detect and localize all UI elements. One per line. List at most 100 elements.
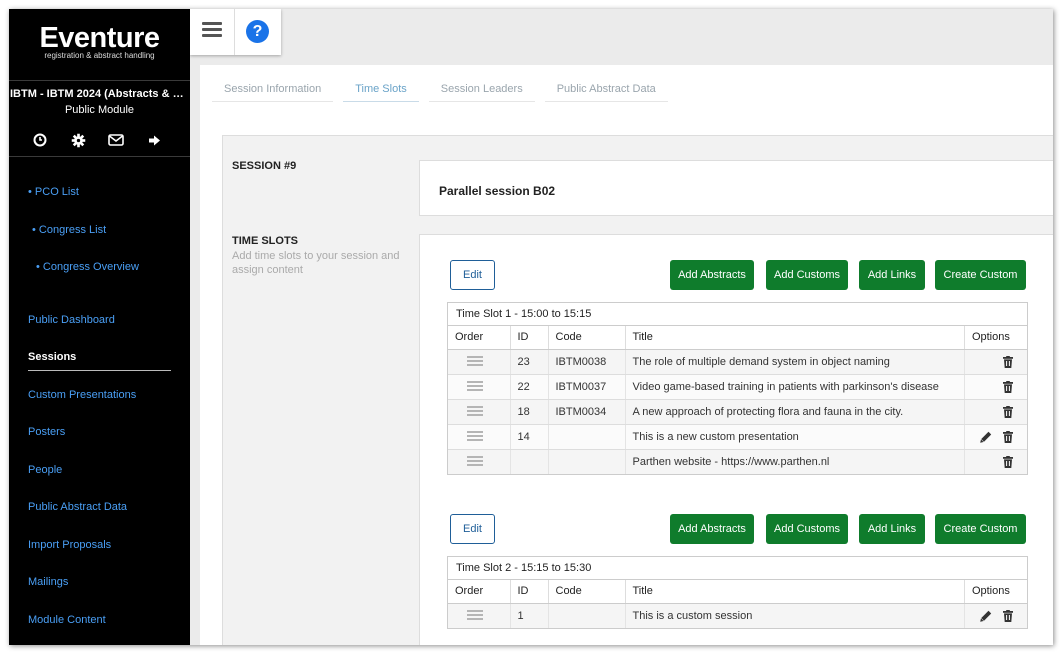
sidebar-item-module-content[interactable]: Module Content [28,614,106,626]
options-cell [964,603,1027,628]
toolbar-divider [234,9,235,55]
trash-icon[interactable] [1003,455,1013,468]
drag-handle-icon[interactable] [467,431,483,442]
add-customs-slot-2-button[interactable]: Add Customs [766,514,848,544]
time-slot-2-header: Time Slot 2 - 15:15 to 15:30 [448,557,1027,580]
trash-icon[interactable] [1003,430,1013,443]
column-code: Code [548,326,626,350]
sidebar-item-sessions[interactable]: Sessions [28,351,76,363]
clock-icon[interactable] [31,131,49,149]
title-cell: This is a custom session [625,603,965,628]
tab-session-information[interactable]: Session Information [212,79,334,102]
code-cell: IBTM0034 [548,399,626,425]
app-window: Eventure registration & abstract handlin… [9,9,1053,645]
create-custom-slot-1-button[interactable]: Create Custom [935,260,1026,290]
logo: Eventure registration & abstract handlin… [9,23,190,60]
trash-icon[interactable] [1003,355,1013,368]
drag-handle-icon[interactable] [467,406,483,417]
mail-icon[interactable] [107,131,125,149]
table-header-row: Order ID Code Title Options [448,326,1027,350]
add-links-slot-1-button[interactable]: Add Links [859,260,925,290]
column-id: ID [510,326,549,350]
drag-handle-icon[interactable] [467,381,483,392]
create-custom-slot-2-button[interactable]: Create Custom [935,514,1026,544]
options-cell [964,349,1027,375]
time-slot-2-table: Time Slot 2 - 15:15 to 15:30 Order ID Co… [447,556,1028,629]
column-order: Order [448,580,511,604]
add-customs-slot-1-button[interactable]: Add Customs [766,260,848,290]
time-slot-1-header: Time Slot 1 - 15:00 to 15:15 [448,303,1027,326]
code-cell [548,424,626,450]
table-row: 22 IBTM0037 Video game-based training in… [448,374,1027,400]
code-cell: IBTM0037 [548,374,626,400]
session-name-card: Parallel session B02 [419,160,1053,216]
options-cell [964,374,1027,400]
sidebar-divider [9,156,190,157]
code-cell: IBTM0038 [548,349,626,375]
logout-icon[interactable] [145,131,163,149]
sidebar-item-mailings[interactable]: Mailings [28,576,68,588]
sidebar-item-import-proposals[interactable]: Import Proposals [28,539,111,551]
sidebar-item-congress-list[interactable]: • Congress List [32,224,106,236]
tab-session-leaders[interactable]: Session Leaders [428,79,535,102]
trash-icon[interactable] [1003,405,1013,418]
id-cell: 14 [510,424,549,450]
order-cell [448,399,511,425]
options-cell [964,399,1027,425]
title-cell: This is a new custom presentation [625,424,965,450]
tab-bar: Session Information Time Slots Session L… [212,79,678,102]
drag-handle-icon[interactable] [467,456,483,467]
trash-icon[interactable] [1003,380,1013,393]
sidebar-divider [9,80,190,81]
id-cell: 23 [510,349,549,375]
tab-public-abstract-data[interactable]: Public Abstract Data [544,79,668,102]
edit-slot-1-button[interactable]: Edit [450,260,495,290]
add-abstracts-slot-2-button[interactable]: Add Abstracts [670,514,754,544]
event-title: IBTM - IBTM 2024 (Abstracts & Par... [10,88,190,100]
sidebar-item-people[interactable]: People [28,464,62,476]
time-slots-title: TIME SLOTS [232,235,298,247]
session-name: Parallel session B02 [439,184,556,198]
add-abstracts-slot-1-button[interactable]: Add Abstracts [670,260,754,290]
sidebar-item-pco-list[interactable]: • PCO List [28,186,79,198]
id-cell: 22 [510,374,549,400]
title-cell: The role of multiple demand system in ob… [625,349,965,375]
sidebar-item-public-abstract-data[interactable]: Public Abstract Data [28,501,127,513]
time-slots-help: Add time slots to your session and assig… [232,250,400,276]
order-cell [448,374,511,400]
table-row: Parthen website - https://www.parthen.nl [448,449,1027,474]
id-cell: 18 [510,399,549,425]
table-row: 18 IBTM0034 A new approach of protecting… [448,399,1027,425]
order-cell [448,603,511,628]
pencil-icon[interactable] [980,431,992,443]
column-options: Options [964,580,1027,604]
active-item-underline [28,370,171,371]
main-content: Session Information Time Slots Session L… [200,65,1053,645]
sidebar-item-custom-presentations[interactable]: Custom Presentations [28,389,136,401]
logo-tagline: registration & abstract handling [44,51,155,60]
event-module: Public Module [64,104,135,116]
table-header-row: Order ID Code Title Options [448,580,1027,604]
drag-handle-icon[interactable] [467,356,483,367]
order-cell [448,449,511,474]
pencil-icon[interactable] [980,610,992,622]
table-row: 14 This is a new custom presentation [448,424,1027,450]
tab-time-slots[interactable]: Time Slots [343,79,419,102]
gear-icon[interactable] [69,131,87,149]
edit-slot-2-button[interactable]: Edit [450,514,495,544]
code-cell [548,603,626,628]
sidebar-item-posters[interactable]: Posters [28,426,65,438]
sidebar-item-public-dashboard[interactable]: Public Dashboard [28,314,115,326]
drag-handle-icon[interactable] [467,610,483,621]
order-cell [448,424,511,450]
id-cell: 1 [510,603,549,628]
column-title: Title [625,580,965,604]
hamburger-menu-icon[interactable] [202,22,222,38]
sidebar-item-congress-overview[interactable]: • Congress Overview [36,261,139,273]
add-links-slot-2-button[interactable]: Add Links [859,514,925,544]
trash-icon[interactable] [1003,609,1013,622]
help-icon[interactable]: ? [246,20,269,43]
session-number-label: SESSION #9 [232,160,297,172]
options-cell [964,449,1027,474]
table-row: 1 This is a custom session [448,603,1027,628]
